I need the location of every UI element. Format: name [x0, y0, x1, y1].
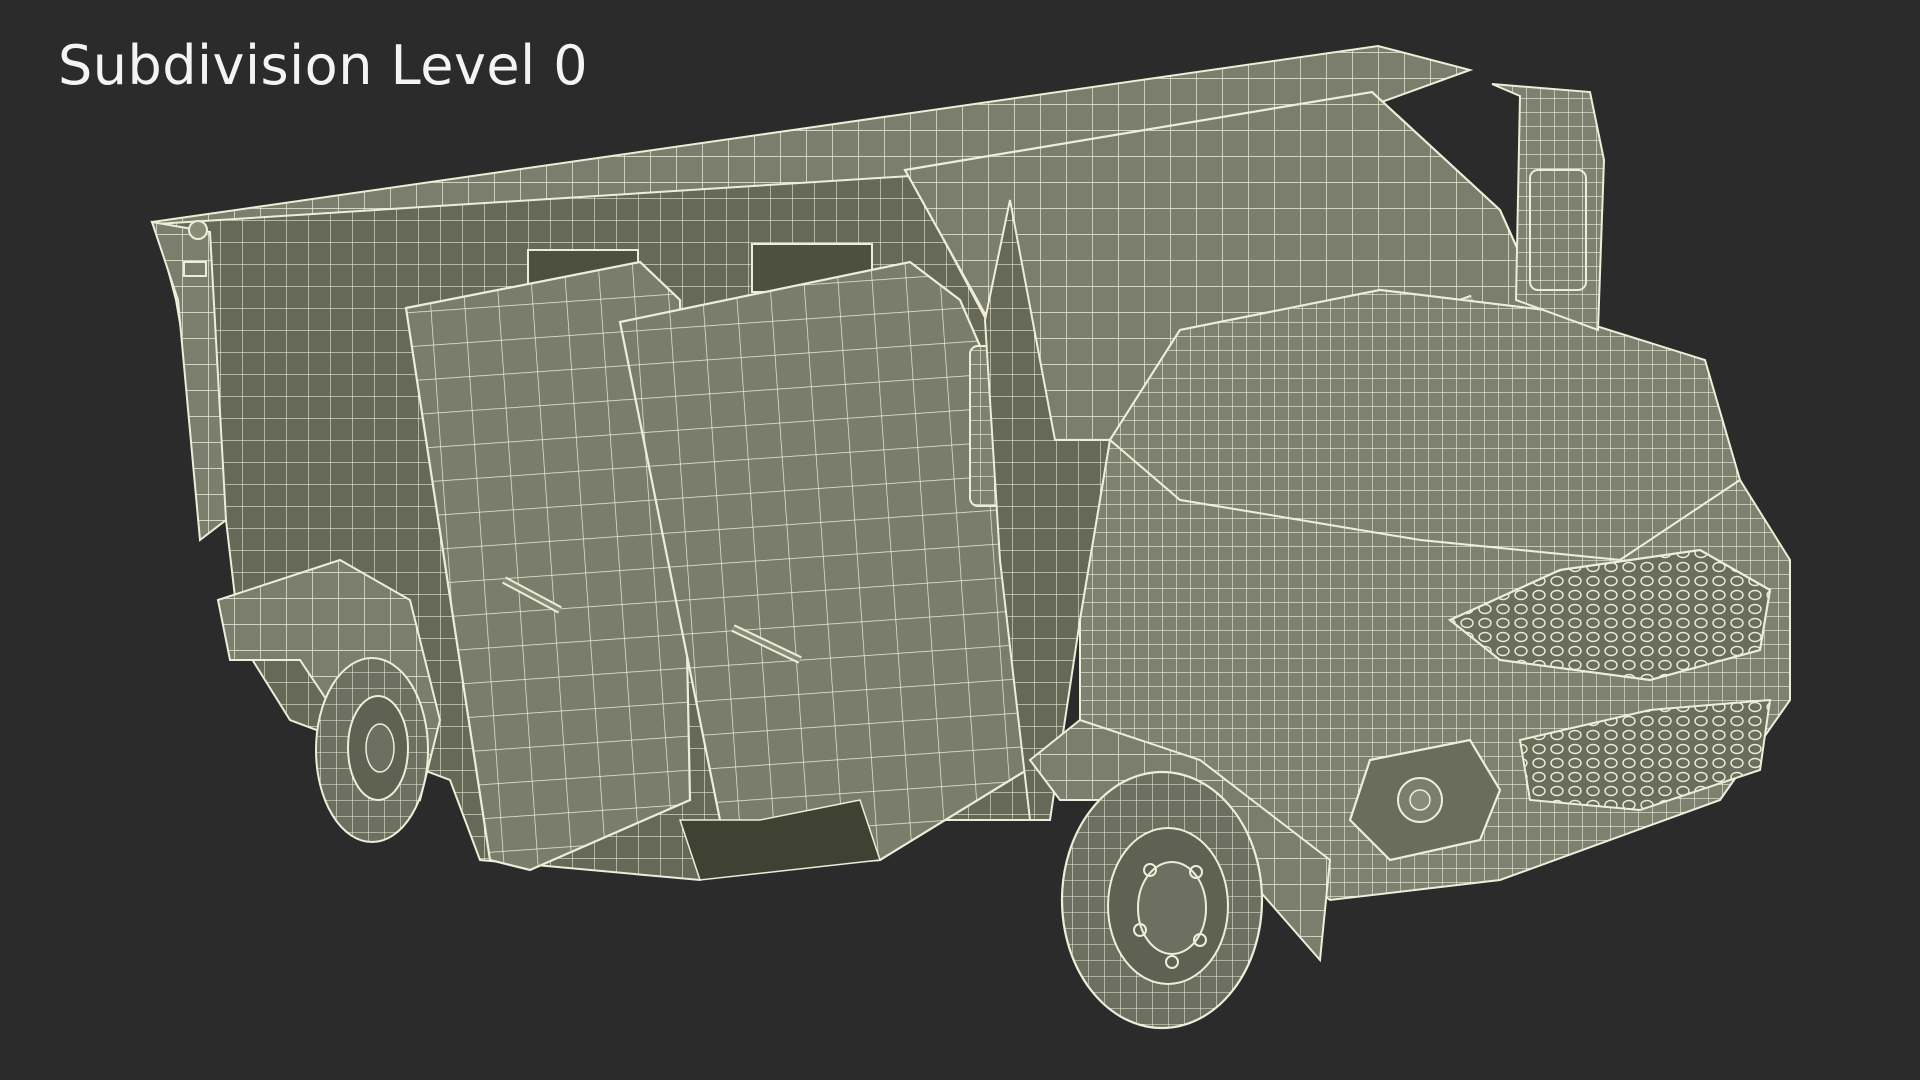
- rear-wheel: [315, 657, 429, 843]
- van-wireframe-render: [150, 44, 1791, 1030]
- viewport: Subdivision Level 0: [0, 0, 1920, 1080]
- front-wheel: [1060, 770, 1264, 1030]
